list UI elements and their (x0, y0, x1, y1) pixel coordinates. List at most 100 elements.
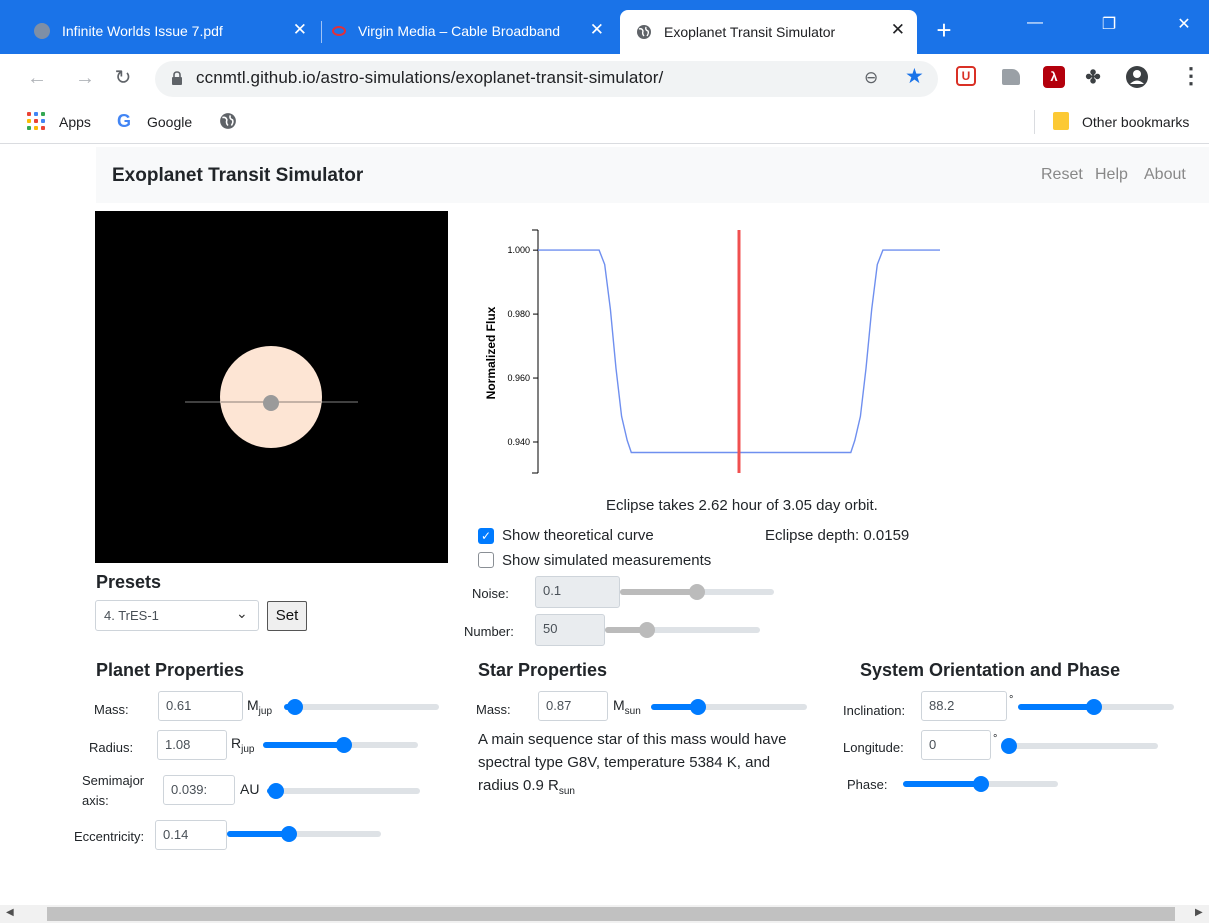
menu-kebab-icon[interactable]: ⋮ (1180, 63, 1202, 89)
bookmark-other[interactable]: Other bookmarks (1082, 114, 1189, 130)
star-mass-slider[interactable] (651, 694, 807, 718)
inclination-slider[interactable] (1018, 694, 1174, 718)
bookmark-apps[interactable]: Apps (59, 114, 91, 130)
globe-icon (637, 25, 651, 39)
planet-disk[interactable] (263, 395, 279, 411)
orientation-heading: System Orientation and Phase (860, 660, 1121, 680)
apps-grid-icon[interactable] (27, 112, 45, 130)
help-link[interactable]: Help (1095, 166, 1128, 184)
inclination-label: Inclination: (843, 703, 906, 718)
transit-simulation-view[interactable] (95, 211, 448, 563)
star-description-text: A main sequence star of this mass would … (478, 731, 787, 797)
chat-extension-icon[interactable] (1002, 69, 1020, 85)
folder-icon (1053, 112, 1069, 130)
show-simulated-label[interactable]: Show simulated measurements (502, 552, 711, 569)
eccentricity-label: Eccentricity: (74, 829, 145, 844)
tab-pdf[interactable]: Infinite Worlds Issue 7.pdf ✕ (34, 10, 319, 51)
show-simulated-checkbox[interactable] (478, 552, 494, 568)
close-icon[interactable]: ✕ (293, 21, 307, 39)
back-icon[interactable]: ← (22, 63, 52, 93)
planet-mass-slider[interactable] (284, 694, 439, 718)
longitude-unit: ° (993, 733, 998, 745)
bookmarks-divider (1034, 110, 1035, 134)
longitude-label: Longitude: (843, 740, 904, 755)
noise-label: Noise: (472, 586, 509, 601)
bookmark-star-icon[interactable]: ★ (905, 64, 924, 89)
tab-title: Virgin Media – Cable Broadband (358, 22, 561, 39)
url-text[interactable]: ccnmtl.github.io/astro-simulations/exopl… (196, 68, 663, 88)
close-icon[interactable]: ✕ (891, 21, 905, 39)
puzzle-extensions-icon[interactable]: ✤ (1082, 66, 1104, 88)
zoom-icon[interactable]: ⊖ (864, 68, 878, 88)
close-icon[interactable]: ✕ (590, 21, 604, 39)
google-g-icon: G (117, 111, 132, 131)
new-tab-button[interactable]: + (931, 17, 957, 44)
window-close-icon[interactable]: ✕ (1169, 14, 1199, 34)
presets-heading: Presets (96, 572, 162, 592)
longitude-input[interactable]: 0 (921, 730, 991, 760)
set-preset-button[interactable]: Set (267, 601, 307, 631)
eclipse-duration-text: Eclipse takes 2.62 hour of 3.05 day orbi… (606, 497, 878, 514)
semimajor-input[interactable]: 0.039: (163, 775, 235, 805)
scroll-left-icon[interactable]: ◀ (6, 907, 14, 918)
scroll-right-icon[interactable]: ▶ (1195, 907, 1203, 918)
semimajor-label-line2: axis: (82, 793, 109, 808)
planet-properties-heading: Planet Properties (96, 660, 245, 680)
profile-avatar-icon[interactable] (1125, 65, 1149, 89)
show-theoretical-checkbox[interactable]: ✓ (478, 528, 494, 544)
acrobat-extension-icon[interactable]: λ (1043, 66, 1065, 88)
planet-mass-input[interactable]: 0.61 (158, 691, 243, 721)
noise-slider[interactable] (620, 579, 774, 603)
reload-icon[interactable]: ↻ (108, 63, 138, 93)
y-tick-label: 0.940 (507, 437, 530, 447)
page-title: Exoplanet Transit Simulator (112, 165, 364, 186)
longitude-slider[interactable] (1001, 733, 1158, 757)
eccentricity-input[interactable]: 0.14 (155, 820, 227, 850)
about-link[interactable]: About (1144, 166, 1186, 184)
semimajor-slider[interactable] (267, 778, 420, 802)
semimajor-label-line1: Semimajor (82, 773, 145, 788)
globe-bookmark-icon[interactable] (219, 112, 237, 130)
lock-icon (172, 71, 182, 85)
number-input[interactable]: 50 (535, 614, 605, 646)
scrollbar-thumb[interactable] (47, 907, 1175, 921)
planet-radius-input[interactable]: 1.08 (157, 730, 227, 760)
y-tick-label: 0.960 (507, 373, 530, 383)
reset-link[interactable]: Reset (1041, 166, 1083, 184)
tab-title: Exoplanet Transit Simulator (664, 24, 836, 40)
y-axis-ticks: 1.000 0.980 0.960 0.940 (507, 245, 538, 447)
star-mass-input[interactable]: 0.87 (538, 691, 608, 721)
tab-title: Infinite Worlds Issue 7.pdf (62, 22, 223, 39)
noise-input[interactable]: 0.1 (535, 576, 620, 608)
planet-mass-unit: Mjup (247, 697, 273, 717)
forward-icon[interactable]: → (70, 63, 100, 93)
tab-virgin-media[interactable]: Virgin Media – Cable Broadband ✕ (332, 10, 616, 51)
restore-icon[interactable]: ❐ (1094, 14, 1124, 34)
minimize-icon[interactable]: — (1020, 14, 1050, 32)
show-theoretical-label[interactable]: Show theoretical curve (502, 527, 654, 544)
star-properties-heading: Star Properties (478, 660, 608, 680)
planet-mass-label: Mass: (94, 702, 129, 717)
phase-slider[interactable] (903, 771, 1058, 795)
preset-select[interactable]: 4. TrES-1 (95, 600, 259, 631)
y-tick-label: 1.000 (507, 245, 530, 255)
number-slider[interactable] (605, 617, 760, 641)
virgin-media-icon (332, 25, 346, 36)
globe-icon (34, 22, 50, 39)
number-label: Number: (464, 624, 514, 639)
inclination-unit: ° (1009, 694, 1014, 706)
shield-extension-icon[interactable]: U (956, 66, 976, 86)
star-mass-unit: Msun (613, 697, 641, 717)
tab-exoplanet[interactable]: Exoplanet Transit Simulator ✕ (620, 10, 917, 54)
semimajor-unit: AU (240, 781, 260, 797)
bookmark-google[interactable]: Google (147, 114, 192, 130)
tab-divider (321, 21, 322, 43)
planet-radius-slider[interactable] (263, 732, 418, 756)
star-mass-label: Mass: (476, 702, 511, 717)
planet-radius-unit: Rjup (231, 735, 255, 755)
inclination-input[interactable]: 88.2 (921, 691, 1007, 721)
eccentricity-slider[interactable] (227, 821, 381, 845)
y-tick-label: 0.980 (507, 309, 530, 319)
planet-radius-label: Radius: (89, 740, 134, 755)
y-axis-label: Normalized Flux (484, 306, 498, 399)
